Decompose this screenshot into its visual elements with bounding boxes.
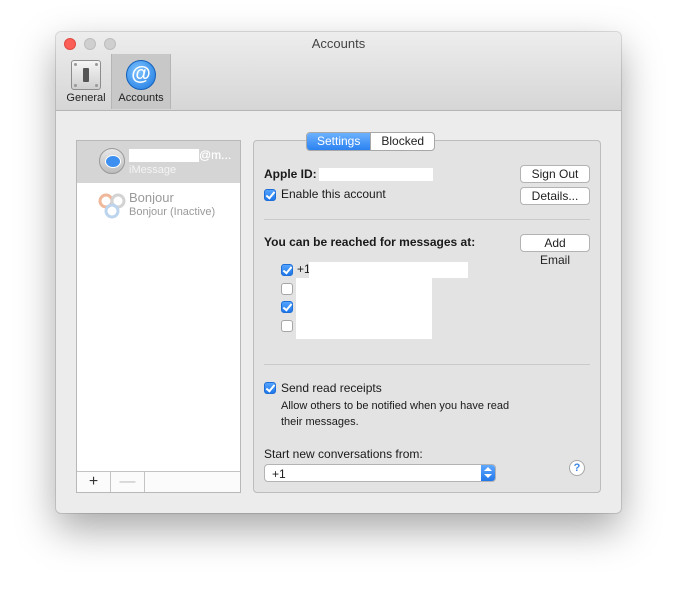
general-switch-icon <box>71 60 101 90</box>
title-bar: Accounts General @ Accounts <box>56 32 621 111</box>
popup-arrows-icon <box>481 465 495 481</box>
send-read-receipts-checkbox[interactable] <box>264 382 276 394</box>
separator <box>264 364 590 365</box>
account-row-bonjour[interactable]: Bonjour Bonjour (Inactive) <box>77 185 240 227</box>
start-from-popup[interactable]: +1 <box>264 464 496 482</box>
account-name-bonjour: Bonjour <box>129 190 174 204</box>
send-read-receipts-label: Send read receipts <box>281 381 382 395</box>
accounts-list[interactable]: @m... iMessage Bonjour Bonjour (Inactive… <box>76 140 241 493</box>
sign-out-button[interactable]: Sign Out <box>520 165 590 183</box>
apple-id-value <box>319 168 433 181</box>
enable-account-checkbox[interactable] <box>264 189 276 201</box>
account-name: @m... <box>129 148 239 162</box>
address-checkbox-2[interactable] <box>281 283 293 295</box>
remove-account-button[interactable]: — <box>111 472 145 492</box>
toolbar-accounts[interactable]: @ Accounts <box>111 54 171 109</box>
enable-account-label: Enable this account <box>281 187 386 201</box>
account-service: iMessage <box>129 164 177 176</box>
tab-settings[interactable]: Settings <box>307 133 371 150</box>
toolbar-accounts-label: Accounts <box>118 92 164 104</box>
start-from-value: +1 <box>272 467 286 481</box>
apple-id-label: Apple ID: <box>264 167 317 181</box>
add-account-button[interactable]: + <box>77 472 111 492</box>
at-sign-icon: @ <box>126 60 156 90</box>
separator <box>264 219 590 220</box>
receipts-description-2: their messages. <box>281 416 359 428</box>
address-checkbox-1[interactable] <box>281 264 293 276</box>
account-service-bonjour: Bonjour (Inactive) <box>129 206 216 218</box>
address-1-value <box>309 262 468 278</box>
start-from-label: Start new conversations from: <box>264 447 423 461</box>
account-row-imessage[interactable]: @m... iMessage <box>77 141 240 183</box>
bonjour-icon <box>98 193 126 219</box>
settings-tabs: Settings Blocked <box>306 132 436 151</box>
addresses-redacted <box>296 278 432 339</box>
imessage-icon <box>99 148 125 174</box>
tab-blocked[interactable]: Blocked <box>370 133 434 150</box>
list-footer: + — <box>77 471 240 492</box>
toolbar-general-label: General <box>66 92 106 104</box>
reached-label: You can be reached for messages at: <box>264 235 476 249</box>
receipts-description-1: Allow others to be notified when you hav… <box>281 400 510 412</box>
details-button[interactable]: Details... <box>520 187 590 205</box>
address-checkbox-4[interactable] <box>281 320 293 332</box>
add-email-button[interactable]: Add Email <box>520 234 590 267</box>
toolbar-general[interactable]: General <box>60 54 112 109</box>
window-title: Accounts <box>311 36 366 51</box>
help-button[interactable]: ? <box>569 460 585 476</box>
address-checkbox-3[interactable] <box>281 301 293 313</box>
